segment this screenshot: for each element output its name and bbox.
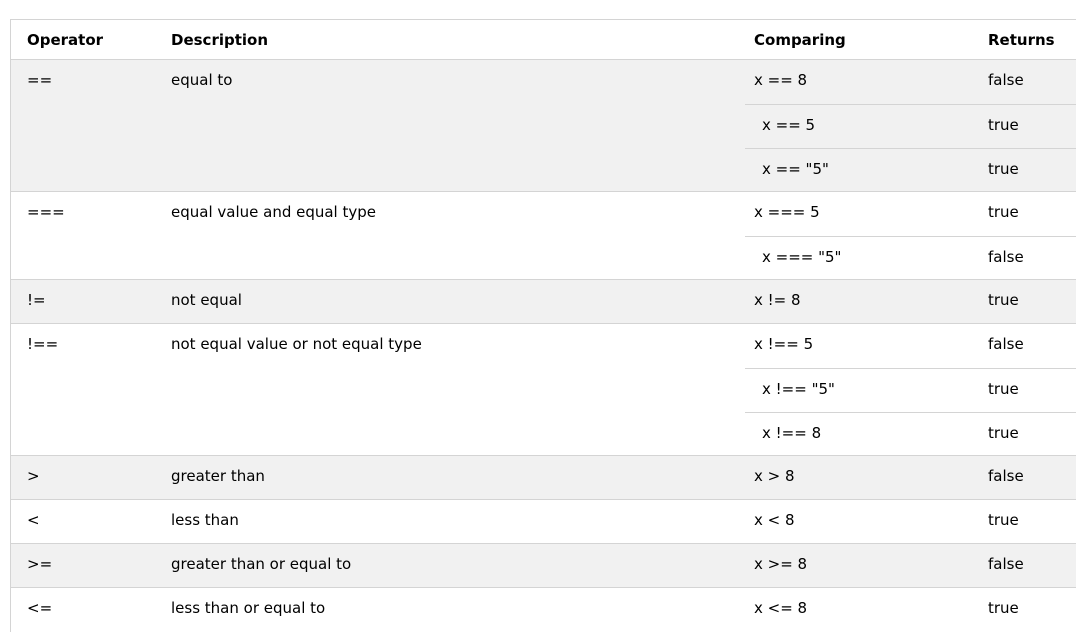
comparing-cell: x >= 8	[754, 555, 808, 573]
header-returns: Returns	[988, 31, 1055, 49]
table-row: == equal to x == 8 false x == 5 true x =…	[11, 60, 1076, 192]
returns-cell: true	[988, 291, 1019, 309]
description-cell: less than or equal to	[171, 599, 326, 617]
operator-cell: !=	[27, 291, 46, 309]
comparison-row: x === "5" false	[745, 236, 1076, 280]
description-cell: greater than or equal to	[171, 555, 352, 573]
comparison-row: x == "5" true	[745, 148, 1076, 192]
comparing-cell: x <= 8	[754, 599, 808, 617]
comparing-cell: x != 8	[754, 291, 801, 309]
returns-cell: true	[988, 203, 1019, 221]
returns-cell: true	[988, 160, 1019, 178]
comparing-cell: x !== 5	[754, 335, 814, 353]
comparing-cell: x == 8	[754, 71, 808, 89]
comparing-cell: x == 5	[762, 116, 816, 134]
comparing-cell: x > 8	[754, 467, 795, 485]
table-row: !== not equal value or not equal type x …	[11, 324, 1076, 456]
returns-cell: false	[988, 71, 1024, 89]
operator-cell: ==	[27, 71, 53, 89]
comparison-row: x == 8 false	[745, 60, 1076, 104]
returns-cell: false	[988, 335, 1024, 353]
comparison-row: x < 8 true	[745, 500, 1076, 544]
comparing-cell: x === 5	[754, 203, 820, 221]
table-row: === equal value and equal type x === 5 t…	[11, 192, 1076, 280]
returns-cell: true	[988, 599, 1019, 617]
comparison-row: x !== "5" true	[745, 368, 1076, 412]
operator-cell: >	[27, 467, 40, 485]
operator-cell: <	[27, 511, 40, 529]
description-cell: not equal	[171, 291, 242, 309]
returns-cell: true	[988, 511, 1019, 529]
header-operator: Operator	[27, 31, 104, 49]
operator-cell: ===	[27, 203, 65, 221]
comparing-cell: x < 8	[754, 511, 795, 529]
table-row: > greater than x > 8 false	[11, 456, 1076, 500]
description-cell: equal to	[171, 71, 233, 89]
operator-cell: >=	[27, 555, 53, 573]
comparison-row: x === 5 true	[745, 192, 1076, 236]
header-comparing: Comparing	[754, 31, 846, 49]
table-row: != not equal x != 8 true	[11, 280, 1076, 324]
comparing-cell: x == "5"	[762, 160, 829, 178]
comparing-cell: x !== 8	[762, 424, 822, 442]
returns-cell: false	[988, 248, 1024, 266]
comparison-row: x !== 5 false	[745, 324, 1076, 368]
returns-cell: true	[988, 380, 1019, 398]
table-row: <= less than or equal to x <= 8 true	[11, 588, 1076, 632]
returns-cell: true	[988, 424, 1019, 442]
comparison-row: x <= 8 true	[745, 588, 1076, 632]
comparison-row: x > 8 false	[745, 456, 1076, 500]
comparing-cell: x !== "5"	[762, 380, 835, 398]
comparison-row: x !== 8 true	[745, 412, 1076, 456]
comparison-operators-table: Operator Description Comparing Returns =…	[10, 19, 1076, 632]
description-cell: not equal value or not equal type	[171, 335, 422, 353]
description-cell: equal value and equal type	[171, 203, 377, 221]
comparison-row: x != 8 true	[745, 280, 1076, 324]
comparison-row: x >= 8 false	[745, 544, 1076, 588]
table-row: >= greater than or equal to x >= 8 false	[11, 544, 1076, 588]
operator-cell: !==	[27, 335, 59, 353]
table-row: < less than x < 8 true	[11, 500, 1076, 544]
returns-cell: false	[988, 467, 1024, 485]
table-header: Operator Description Comparing Returns	[11, 20, 1076, 60]
operator-cell: <=	[27, 599, 53, 617]
header-description: Description	[171, 31, 269, 49]
description-cell: greater than	[171, 467, 265, 485]
description-cell: less than	[171, 511, 239, 529]
comparison-row: x == 5 true	[745, 104, 1076, 148]
comparing-cell: x === "5"	[762, 248, 842, 266]
returns-cell: false	[988, 555, 1024, 573]
returns-cell: true	[988, 116, 1019, 134]
